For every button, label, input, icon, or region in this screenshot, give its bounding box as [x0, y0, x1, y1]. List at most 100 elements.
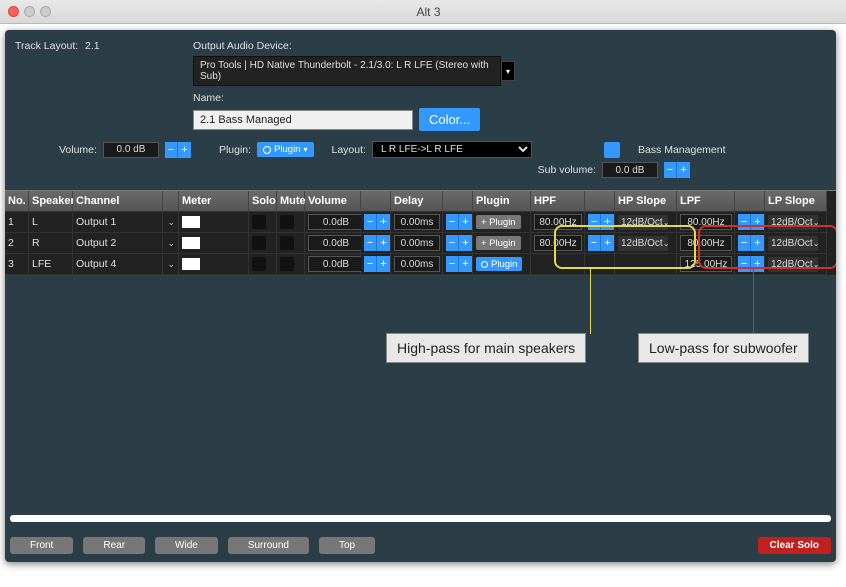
meter-box: [179, 233, 249, 254]
volume-cell[interactable]: [305, 212, 361, 233]
front-button[interactable]: Front: [10, 537, 73, 554]
layout-select[interactable]: L R LFE->L R LFE: [372, 141, 532, 158]
column-header: Channel: [73, 191, 163, 212]
volume-stepper[interactable]: −+: [361, 212, 391, 233]
lpf-stepper[interactable]: −+: [735, 212, 765, 233]
volume-cell[interactable]: [305, 233, 361, 254]
plugin-cell[interactable]: Plugin: [473, 254, 531, 275]
column-header: [163, 191, 179, 212]
solo-checkbox[interactable]: [249, 212, 277, 233]
hpf-cell[interactable]: [531, 212, 585, 233]
lpf-stepper[interactable]: −+: [735, 254, 765, 275]
column-header: No.: [5, 191, 29, 212]
channel-dropdown[interactable]: ⌄: [163, 212, 179, 233]
channel-dropdown[interactable]: ⌄: [163, 233, 179, 254]
clear-solo-button[interactable]: Clear Solo: [758, 537, 831, 554]
output-device-dropdown[interactable]: ▾: [501, 61, 515, 81]
meter-box: [179, 254, 249, 275]
channel-grid: No.SpeakerChannelMeterSoloMuteVolumeDela…: [5, 190, 836, 275]
annotation-lp: Low-pass for subwoofer: [638, 333, 809, 363]
row-channel: Output 2: [73, 233, 163, 254]
column-header: Solo: [249, 191, 277, 212]
column-header: Speaker: [29, 191, 73, 212]
mute-checkbox[interactable]: [277, 212, 305, 233]
lpf-cell[interactable]: [677, 212, 735, 233]
footer: Front Rear Wide Surround Top Clear Solo: [10, 537, 831, 554]
volume-stepper[interactable]: −+: [165, 142, 191, 158]
delay-cell[interactable]: [391, 254, 443, 275]
column-header: LP Slope: [765, 191, 827, 212]
color-button[interactable]: Color...: [419, 108, 480, 131]
plugin-cell[interactable]: + Plugin: [473, 233, 531, 254]
plugin-cell[interactable]: + Plugin: [473, 212, 531, 233]
top-button[interactable]: Top: [319, 537, 375, 554]
plugin-label: Plugin:: [219, 144, 251, 156]
sub-volume-label: Sub volume:: [538, 164, 596, 176]
name-field[interactable]: [193, 110, 413, 130]
column-header: [585, 191, 615, 212]
track-layout-value: 2.1: [85, 40, 175, 52]
lp-slope-cell[interactable]: 12dB/Oct ⌄: [765, 233, 827, 254]
column-header: HPF: [531, 191, 585, 212]
plugin-button[interactable]: Plugin ▾: [257, 142, 313, 157]
layout-label: Layout:: [332, 144, 366, 156]
close-icon[interactable]: [8, 6, 19, 17]
solo-checkbox[interactable]: [249, 233, 277, 254]
surround-button[interactable]: Surround: [228, 537, 309, 554]
sub-volume-field[interactable]: [602, 162, 658, 178]
hpf-stepper[interactable]: −+: [585, 233, 615, 254]
lp-slope-cell[interactable]: 12dB/Oct ⌄: [765, 254, 827, 275]
hp-slope-cell[interactable]: 12dB/Oct ⌄: [615, 233, 677, 254]
column-header: Volume: [305, 191, 361, 212]
channel-dropdown[interactable]: ⌄: [163, 254, 179, 275]
solo-checkbox[interactable]: [249, 254, 277, 275]
column-header: Delay: [391, 191, 443, 212]
delay-cell[interactable]: [391, 212, 443, 233]
bass-management-checkbox[interactable]: [604, 142, 620, 158]
column-header: HP Slope: [615, 191, 677, 212]
column-header: [361, 191, 391, 212]
row-speaker: R: [29, 233, 73, 254]
meter-box: [179, 212, 249, 233]
row-no: 3: [5, 254, 29, 275]
titlebar: Alt 3: [0, 0, 846, 24]
annotation-line-hp: [590, 269, 591, 334]
mute-checkbox[interactable]: [277, 254, 305, 275]
row-speaker: LFE: [29, 254, 73, 275]
hpf-stepper[interactable]: −+: [585, 212, 615, 233]
annotation-line-lp: [753, 269, 754, 334]
volume-stepper[interactable]: −+: [361, 233, 391, 254]
wide-button[interactable]: Wide: [155, 537, 218, 554]
delay-cell[interactable]: [391, 233, 443, 254]
delay-stepper[interactable]: −+: [443, 212, 473, 233]
rear-button[interactable]: Rear: [83, 537, 145, 554]
hp-slope-cell[interactable]: 12dB/Oct ⌄: [615, 212, 677, 233]
volume-stepper[interactable]: −+: [361, 254, 391, 275]
hpf-cell: [531, 254, 585, 275]
volume-cell[interactable]: [305, 254, 361, 275]
annotation-hp: High-pass for main speakers: [386, 333, 586, 363]
column-header: Meter: [179, 191, 249, 212]
bass-management-label: Bass Management: [638, 144, 726, 156]
row-channel: Output 1: [73, 212, 163, 233]
volume-label: Volume:: [59, 144, 97, 156]
lpf-cell[interactable]: [677, 254, 735, 275]
lpf-stepper[interactable]: −+: [735, 233, 765, 254]
row-no: 2: [5, 233, 29, 254]
output-device-value[interactable]: Pro Tools | HD Native Thunderbolt - 2.1/…: [193, 56, 501, 86]
lp-slope-cell[interactable]: 12dB/Oct ⌄: [765, 212, 827, 233]
window-title: Alt 3: [51, 5, 846, 19]
lpf-cell[interactable]: [677, 233, 735, 254]
hpf-cell[interactable]: [531, 233, 585, 254]
delay-stepper[interactable]: −+: [443, 233, 473, 254]
horizontal-scrollbar[interactable]: [10, 515, 831, 522]
volume-field[interactable]: [103, 142, 159, 158]
track-layout-label: Track Layout:: [15, 40, 85, 52]
mute-checkbox[interactable]: [277, 233, 305, 254]
zoom-icon: [40, 6, 51, 17]
delay-stepper[interactable]: −+: [443, 254, 473, 275]
hp-slope-cell: [615, 254, 677, 275]
row-no: 1: [5, 212, 29, 233]
column-header: [735, 191, 765, 212]
sub-volume-stepper[interactable]: −+: [664, 162, 690, 178]
